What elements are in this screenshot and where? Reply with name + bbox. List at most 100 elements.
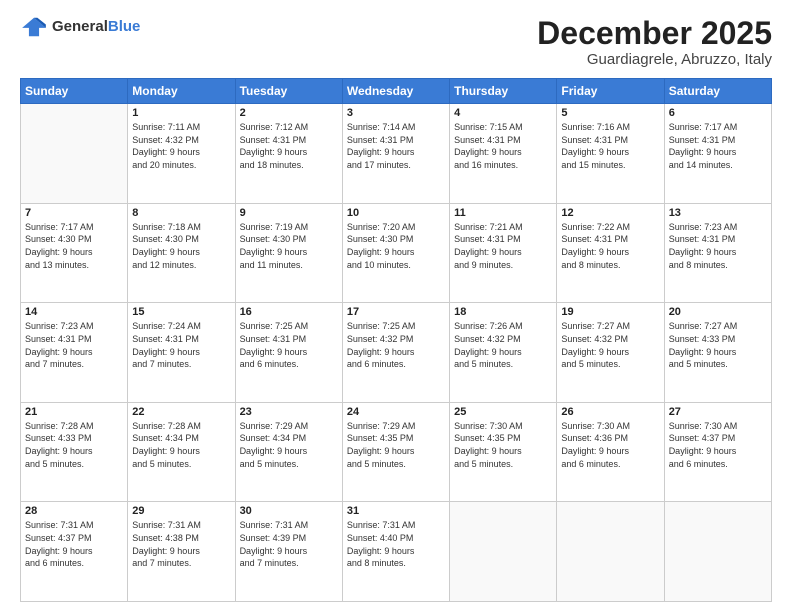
table-row: 20 Sunrise: 7:27 AMSunset: 4:33 PMDayligh… — [664, 303, 771, 403]
table-row: 28 Sunrise: 7:31 AMSunset: 4:37 PMDayligh… — [21, 502, 128, 602]
day-number: 20 — [669, 306, 767, 318]
table-row: 10 Sunrise: 7:20 AMSunset: 4:30 PMDayligh… — [342, 203, 449, 303]
day-info: Sunrise: 7:18 AMSunset: 4:30 PMDaylight:… — [132, 221, 230, 271]
calendar-header-row: Sunday Monday Tuesday Wednesday Thursday… — [21, 79, 772, 104]
col-friday: Friday — [557, 79, 664, 104]
calendar-week-row: 21 Sunrise: 7:28 AMSunset: 4:33 PMDayligh… — [21, 402, 772, 502]
day-number: 23 — [240, 406, 338, 418]
day-number: 1 — [132, 107, 230, 119]
table-row: 9 Sunrise: 7:19 AMSunset: 4:30 PMDaylight… — [235, 203, 342, 303]
table-row: 17 Sunrise: 7:25 AMSunset: 4:32 PMDayligh… — [342, 303, 449, 403]
table-row: 24 Sunrise: 7:29 AMSunset: 4:35 PMDayligh… — [342, 402, 449, 502]
table-row: 22 Sunrise: 7:28 AMSunset: 4:34 PMDayligh… — [128, 402, 235, 502]
day-info: Sunrise: 7:21 AMSunset: 4:31 PMDaylight:… — [454, 221, 552, 271]
day-number: 30 — [240, 505, 338, 517]
day-info: Sunrise: 7:17 AMSunset: 4:30 PMDaylight:… — [25, 221, 123, 271]
day-info: Sunrise: 7:11 AMSunset: 4:32 PMDaylight:… — [132, 121, 230, 171]
header: GeneralBlue December 2025 Guardiagrele, … — [20, 16, 772, 68]
day-info: Sunrise: 7:31 AMSunset: 4:38 PMDaylight:… — [132, 519, 230, 569]
table-row: 2 Sunrise: 7:12 AMSunset: 4:31 PMDaylight… — [235, 104, 342, 204]
day-info: Sunrise: 7:30 AMSunset: 4:37 PMDaylight:… — [669, 420, 767, 470]
day-number: 16 — [240, 306, 338, 318]
col-thursday: Thursday — [450, 79, 557, 104]
day-number: 9 — [240, 207, 338, 219]
table-row: 29 Sunrise: 7:31 AMSunset: 4:38 PMDayligh… — [128, 502, 235, 602]
day-number: 6 — [669, 107, 767, 119]
day-info: Sunrise: 7:23 AMSunset: 4:31 PMDaylight:… — [25, 320, 123, 370]
table-row: 14 Sunrise: 7:23 AMSunset: 4:31 PMDayligh… — [21, 303, 128, 403]
col-saturday: Saturday — [664, 79, 771, 104]
table-row: 6 Sunrise: 7:17 AMSunset: 4:31 PMDaylight… — [664, 104, 771, 204]
day-info: Sunrise: 7:20 AMSunset: 4:30 PMDaylight:… — [347, 221, 445, 271]
day-info: Sunrise: 7:31 AMSunset: 4:37 PMDaylight:… — [25, 519, 123, 569]
day-number: 4 — [454, 107, 552, 119]
day-number: 3 — [347, 107, 445, 119]
day-info: Sunrise: 7:27 AMSunset: 4:32 PMDaylight:… — [561, 320, 659, 370]
day-number: 29 — [132, 505, 230, 517]
month-title: December 2025 — [537, 16, 772, 51]
location-title: Guardiagrele, Abruzzo, Italy — [537, 51, 772, 68]
day-number: 7 — [25, 207, 123, 219]
table-row — [21, 104, 128, 204]
col-wednesday: Wednesday — [342, 79, 449, 104]
table-row: 11Sunrise: 7:21 AMSunset: 4:31 PMDayligh… — [450, 203, 557, 303]
day-number: 14 — [25, 306, 123, 318]
day-info: Sunrise: 7:25 AMSunset: 4:32 PMDaylight:… — [347, 320, 445, 370]
day-number: 24 — [347, 406, 445, 418]
col-sunday: Sunday — [21, 79, 128, 104]
page: GeneralBlue December 2025 Guardiagrele, … — [0, 0, 792, 612]
calendar-week-row: 7 Sunrise: 7:17 AMSunset: 4:30 PMDaylight… — [21, 203, 772, 303]
day-info: Sunrise: 7:19 AMSunset: 4:30 PMDaylight:… — [240, 221, 338, 271]
table-row: 13 Sunrise: 7:23 AMSunset: 4:31 PMDayligh… — [664, 203, 771, 303]
logo: GeneralBlue — [20, 16, 140, 38]
day-number: 21 — [25, 406, 123, 418]
table-row: 16Sunrise: 7:25 AMSunset: 4:31 PMDayligh… — [235, 303, 342, 403]
day-info: Sunrise: 7:27 AMSunset: 4:33 PMDaylight:… — [669, 320, 767, 370]
day-info: Sunrise: 7:15 AMSunset: 4:31 PMDaylight:… — [454, 121, 552, 171]
table-row — [557, 502, 664, 602]
day-info: Sunrise: 7:31 AMSunset: 4:39 PMDaylight:… — [240, 519, 338, 569]
calendar-week-row: 14 Sunrise: 7:23 AMSunset: 4:31 PMDayligh… — [21, 303, 772, 403]
day-number: 15 — [132, 306, 230, 318]
table-row: 12 Sunrise: 7:22 AMSunset: 4:31 PMDayligh… — [557, 203, 664, 303]
day-info: Sunrise: 7:24 AMSunset: 4:31 PMDaylight:… — [132, 320, 230, 370]
day-info: Sunrise: 7:28 AMSunset: 4:34 PMDaylight:… — [132, 420, 230, 470]
day-number: 2 — [240, 107, 338, 119]
calendar-table: Sunday Monday Tuesday Wednesday Thursday… — [20, 78, 772, 602]
table-row: 25Sunrise: 7:30 AMSunset: 4:35 PMDayligh… — [450, 402, 557, 502]
table-row: 7 Sunrise: 7:17 AMSunset: 4:30 PMDaylight… — [21, 203, 128, 303]
day-number: 17 — [347, 306, 445, 318]
table-row: 27Sunrise: 7:30 AMSunset: 4:37 PMDayligh… — [664, 402, 771, 502]
day-number: 5 — [561, 107, 659, 119]
table-row: 23 Sunrise: 7:29 AMSunset: 4:34 PMDayligh… — [235, 402, 342, 502]
day-number: 13 — [669, 207, 767, 219]
day-info: Sunrise: 7:28 AMSunset: 4:33 PMDaylight:… — [25, 420, 123, 470]
day-info: Sunrise: 7:29 AMSunset: 4:35 PMDaylight:… — [347, 420, 445, 470]
col-monday: Monday — [128, 79, 235, 104]
day-number: 12 — [561, 207, 659, 219]
table-row: 4 Sunrise: 7:15 AMSunset: 4:31 PMDaylight… — [450, 104, 557, 204]
day-number: 28 — [25, 505, 123, 517]
day-info: Sunrise: 7:23 AMSunset: 4:31 PMDaylight:… — [669, 221, 767, 271]
day-info: Sunrise: 7:30 AMSunset: 4:36 PMDaylight:… — [561, 420, 659, 470]
table-row: 31Sunrise: 7:31 AMSunset: 4:40 PMDayligh… — [342, 502, 449, 602]
day-number: 22 — [132, 406, 230, 418]
logo-icon — [20, 16, 48, 38]
day-number: 10 — [347, 207, 445, 219]
table-row: 8 Sunrise: 7:18 AMSunset: 4:30 PMDaylight… — [128, 203, 235, 303]
table-row: 19 Sunrise: 7:27 AMSunset: 4:32 PMDayligh… — [557, 303, 664, 403]
day-info: Sunrise: 7:30 AMSunset: 4:35 PMDaylight:… — [454, 420, 552, 470]
day-info: Sunrise: 7:31 AMSunset: 4:40 PMDaylight:… — [347, 519, 445, 569]
day-info: Sunrise: 7:29 AMSunset: 4:34 PMDaylight:… — [240, 420, 338, 470]
day-number: 19 — [561, 306, 659, 318]
day-info: Sunrise: 7:17 AMSunset: 4:31 PMDaylight:… — [669, 121, 767, 171]
table-row: 30 Sunrise: 7:31 AMSunset: 4:39 PMDayligh… — [235, 502, 342, 602]
logo-blue: Blue — [108, 18, 141, 35]
col-tuesday: Tuesday — [235, 79, 342, 104]
table-row: 15 Sunrise: 7:24 AMSunset: 4:31 PMDayligh… — [128, 303, 235, 403]
day-number: 8 — [132, 207, 230, 219]
logo-general: General — [52, 18, 108, 35]
table-row: 18Sunrise: 7:26 AMSunset: 4:32 PMDayligh… — [450, 303, 557, 403]
day-info: Sunrise: 7:12 AMSunset: 4:31 PMDaylight:… — [240, 121, 338, 171]
day-info: Sunrise: 7:22 AMSunset: 4:31 PMDaylight:… — [561, 221, 659, 271]
